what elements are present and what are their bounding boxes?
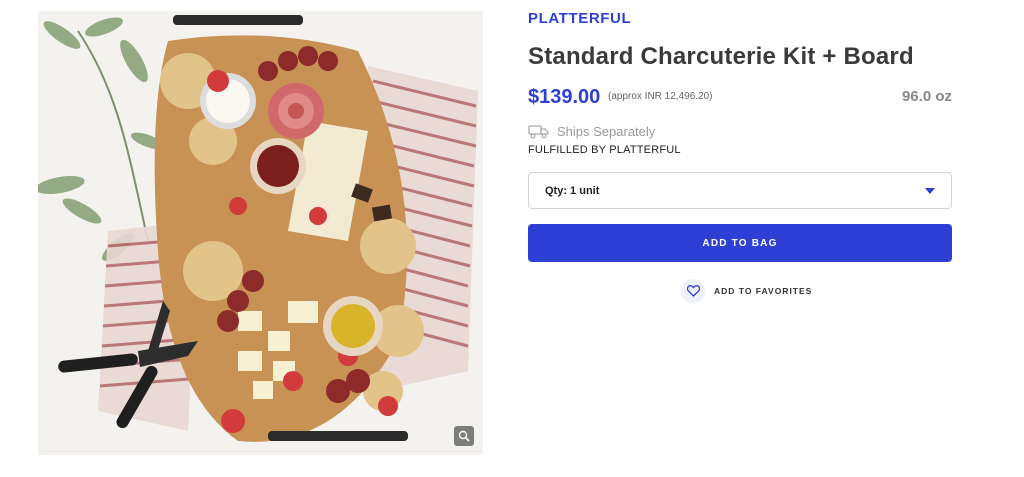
product-weight: 96.0 oz (901, 88, 952, 105)
charcuterie-board-photo (38, 11, 483, 455)
shipping-info: Ships Separately (528, 124, 655, 139)
product-image[interactable] (38, 11, 483, 455)
fulfilled-by: FULFILLED BY PLATTERFUL (528, 144, 681, 156)
quantity-select[interactable]: Qty: 1 unit (528, 172, 952, 209)
zoom-button[interactable] (454, 426, 474, 446)
heart-icon (681, 279, 705, 303)
caret-down-icon (925, 187, 935, 194)
add-to-favorites-button[interactable]: ADD TO FAVORITES (681, 279, 812, 303)
add-to-favorites-label: ADD TO FAVORITES (714, 286, 813, 296)
add-to-bag-button[interactable]: ADD TO BAG (528, 224, 952, 262)
shipping-label: Ships Separately (557, 124, 656, 139)
product-price: $139.00 (528, 86, 601, 108)
truck-icon (528, 124, 550, 139)
magnifier-icon (458, 430, 470, 442)
quantity-value: Qty: 1 unit (545, 184, 600, 197)
product-title: Standard Charcuterie Kit + Board (528, 43, 914, 70)
brand-link[interactable]: PLATTERFUL (528, 10, 631, 27)
approx-price: (approx INR 12,496.20) (608, 91, 713, 102)
